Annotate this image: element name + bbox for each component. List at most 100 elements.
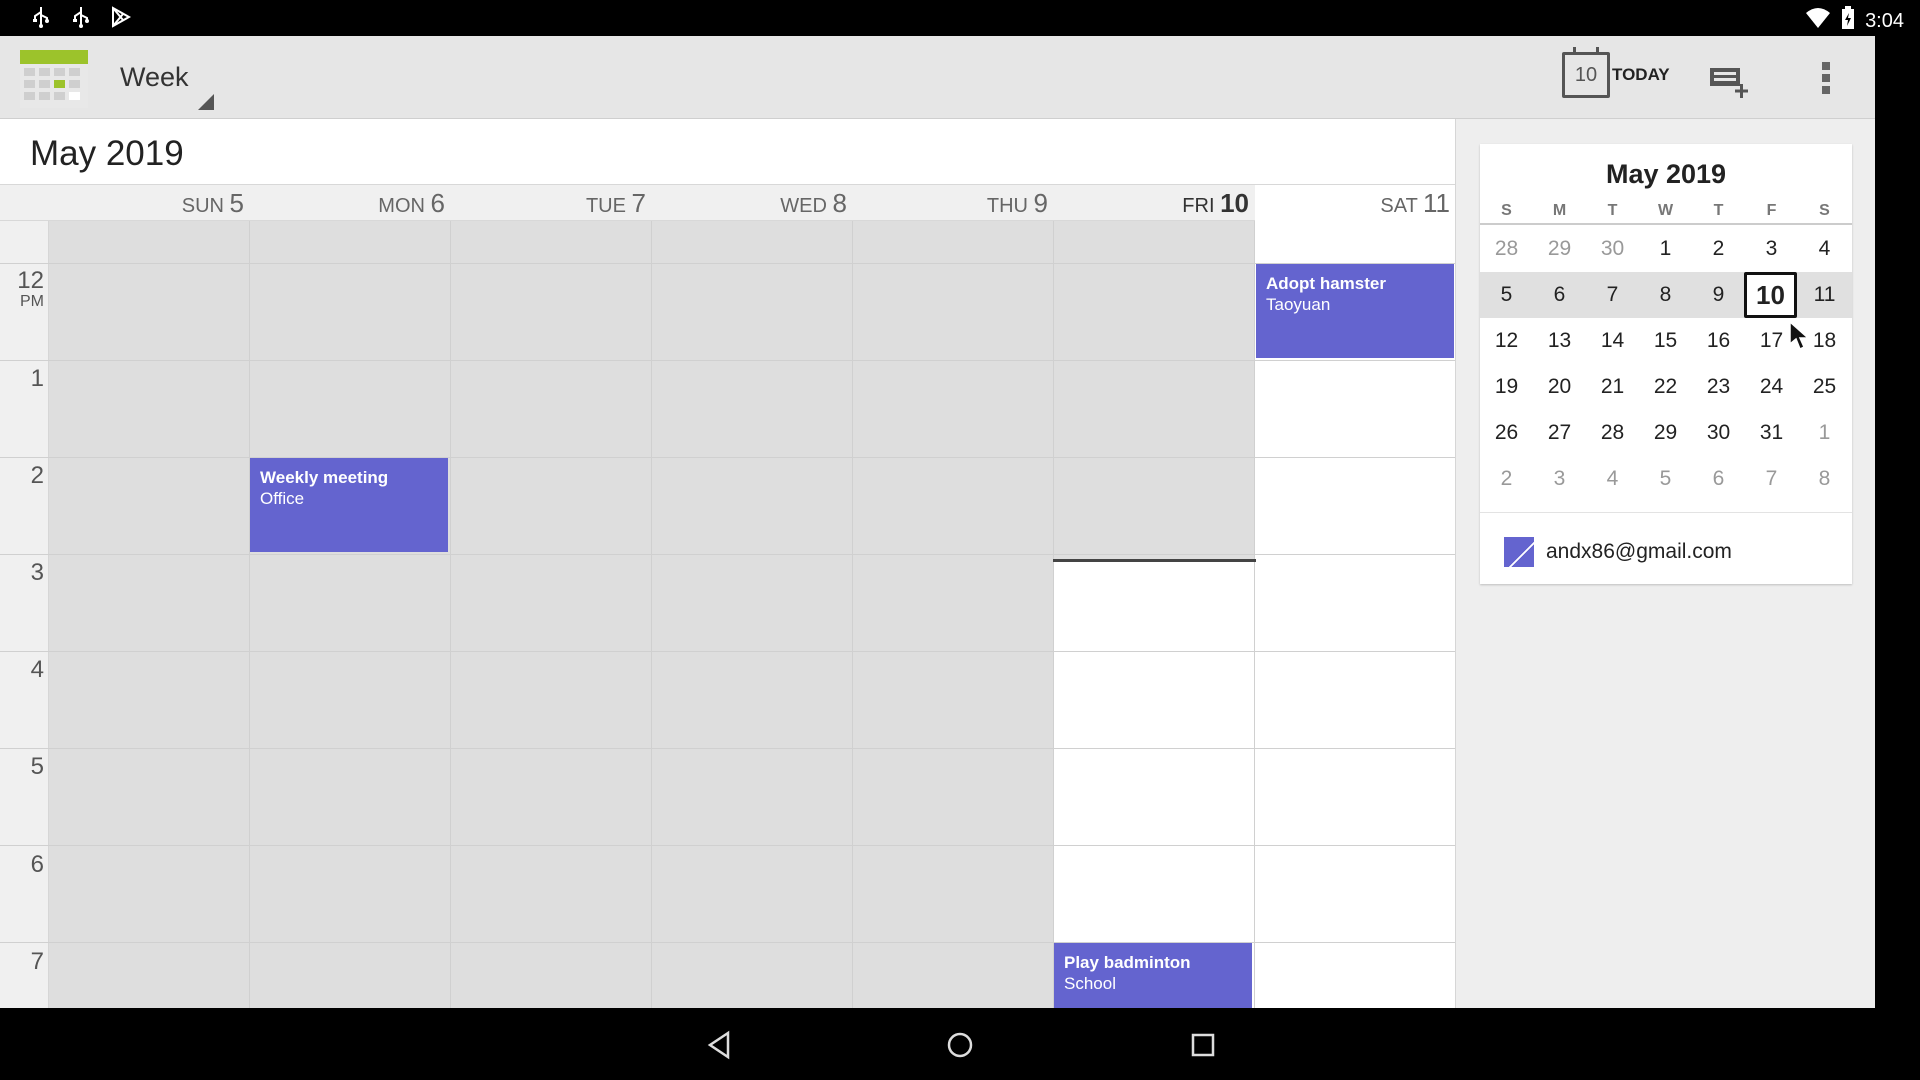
mini-day[interactable]: 9 [1692, 272, 1745, 318]
hour-label: 12 [17, 267, 44, 294]
event-play-badminton[interactable]: Play badminton School [1054, 943, 1252, 1008]
mini-day[interactable]: 11 [1798, 272, 1851, 318]
status-bar: 3:04 [0, 0, 1920, 36]
mini-day[interactable]: 24 [1745, 364, 1798, 410]
week-grid[interactable]: 12 PM 1 2 3 4 5 6 7 Adopt hamster Taoyua… [0, 221, 1455, 1008]
day-header-sat[interactable]: SAT 11 [1255, 185, 1456, 221]
current-time-line [1053, 559, 1256, 562]
mini-day[interactable]: 21 [1586, 364, 1639, 410]
hour-divider [0, 360, 1455, 361]
new-event-icon[interactable] [1708, 64, 1752, 100]
mini-day[interactable]: 1 [1639, 226, 1692, 272]
mini-dow-label: S [1819, 202, 1830, 219]
mini-day[interactable]: 3 [1533, 456, 1586, 502]
mini-day[interactable]: 5 [1639, 456, 1692, 502]
event-location: Office [260, 489, 305, 508]
mini-day[interactable]: 30 [1692, 410, 1745, 456]
today-button[interactable]: 10 TODAY [1562, 47, 1670, 98]
today-label: TODAY [1612, 65, 1670, 84]
day-column-fri[interactable] [1054, 221, 1255, 1008]
hour-divider [0, 651, 1455, 652]
mini-day[interactable]: 25 [1798, 364, 1851, 410]
mini-day[interactable]: 2 [1692, 226, 1745, 272]
hour-divider [0, 457, 1455, 458]
mini-day[interactable]: 2 [1480, 456, 1533, 502]
mini-dow-label: S [1501, 202, 1512, 219]
day-header-tue[interactable]: TUE 7 [451, 185, 652, 221]
mini-day[interactable]: 28 [1480, 226, 1533, 272]
mini-day[interactable]: 20 [1533, 364, 1586, 410]
event-adopt-hamster[interactable]: Adopt hamster Taoyuan [1256, 264, 1454, 358]
mini-day-selected[interactable]: 10 [1744, 272, 1797, 318]
mini-day[interactable]: 30 [1586, 226, 1639, 272]
account-divider [1480, 512, 1852, 513]
day-column-sun[interactable] [49, 221, 250, 1008]
mini-day[interactable]: 28 [1586, 410, 1639, 456]
account-label[interactable]: andx86@gmail.com [1546, 540, 1732, 564]
day-header-thu[interactable]: THU 9 [853, 185, 1054, 221]
day-column-mon[interactable] [250, 221, 451, 1008]
mini-dow-label: T [1607, 202, 1618, 219]
clock: 3:04 [1865, 9, 1904, 32]
account-color-swatch[interactable] [1504, 537, 1534, 567]
mini-day[interactable]: 7 [1745, 456, 1798, 502]
mini-day[interactable]: 1 [1798, 410, 1851, 456]
today-calendar-icon: 10 [1562, 47, 1610, 98]
mini-dow-label: F [1766, 202, 1777, 219]
pm-label: PM [20, 293, 44, 310]
home-icon[interactable] [945, 1030, 975, 1060]
month-title: May 2019 [30, 134, 184, 173]
mini-day[interactable]: 26 [1480, 410, 1533, 456]
day-header-sun[interactable]: SUN 5 [49, 185, 250, 221]
battery-icon [1841, 6, 1855, 36]
mini-day[interactable]: 8 [1798, 456, 1851, 502]
event-location: School [1064, 974, 1116, 993]
week-view: May 2019 SUN 5 MON 6 TUE 7 WED 8 THU 9 F… [0, 119, 1456, 1008]
mini-day[interactable]: 12 [1480, 318, 1533, 364]
usb-debug-icon [70, 6, 92, 28]
mini-day[interactable]: 6 [1533, 272, 1586, 318]
mini-day[interactable]: 27 [1533, 410, 1586, 456]
mini-day[interactable]: 6 [1692, 456, 1745, 502]
screen-edge [1875, 36, 1920, 1008]
mini-day[interactable]: 31 [1745, 410, 1798, 456]
mini-day[interactable]: 19 [1480, 364, 1533, 410]
mini-day[interactable]: 13 [1533, 318, 1586, 364]
overflow-menu-icon[interactable] [1818, 60, 1834, 100]
mini-day[interactable]: 5 [1480, 272, 1533, 318]
mini-day[interactable]: 14 [1586, 318, 1639, 364]
mini-dow-label: T [1713, 202, 1724, 219]
calendar-app-icon[interactable] [20, 50, 88, 108]
mini-day[interactable]: 23 [1692, 364, 1745, 410]
back-icon[interactable] [704, 1030, 734, 1060]
mini-day[interactable]: 16 [1692, 318, 1745, 364]
spinner-triangle-icon[interactable] [198, 94, 214, 110]
mini-day[interactable]: 22 [1639, 364, 1692, 410]
day-column-tue[interactable] [451, 221, 652, 1008]
mini-day[interactable]: 29 [1639, 410, 1692, 456]
mini-week-row: 2 3 4 5 6 7 8 [1480, 456, 1852, 502]
day-header-wed[interactable]: WED 8 [652, 185, 853, 221]
mini-day[interactable]: 8 [1639, 272, 1692, 318]
mini-day[interactable]: 4 [1586, 456, 1639, 502]
mini-week-row-current: 5 6 7 8 9 10 11 [1480, 272, 1852, 318]
mini-day[interactable]: 4 [1798, 226, 1851, 272]
day-column-wed[interactable] [652, 221, 853, 1008]
navigation-bar [0, 1008, 1920, 1080]
wifi-icon [1805, 7, 1831, 35]
hour-divider [0, 554, 1455, 555]
time-column: 12 PM 1 2 3 4 5 6 7 [0, 221, 49, 1008]
mini-day[interactable]: 3 [1745, 226, 1798, 272]
hour-divider [0, 845, 1455, 846]
mini-day[interactable]: 15 [1639, 318, 1692, 364]
view-spinner[interactable]: Week [120, 62, 189, 93]
day-column-thu[interactable] [853, 221, 1054, 1008]
mini-day[interactable]: 29 [1533, 226, 1586, 272]
mini-calendar-divider [1480, 223, 1852, 225]
hour-label: 7 [30, 948, 44, 975]
recents-icon[interactable] [1188, 1030, 1218, 1060]
event-weekly-meeting[interactable]: Weekly meeting Office [250, 458, 448, 552]
mini-day[interactable]: 7 [1586, 272, 1639, 318]
day-header-fri[interactable]: FRI 10 [1054, 185, 1255, 221]
day-header-mon[interactable]: MON 6 [250, 185, 451, 221]
